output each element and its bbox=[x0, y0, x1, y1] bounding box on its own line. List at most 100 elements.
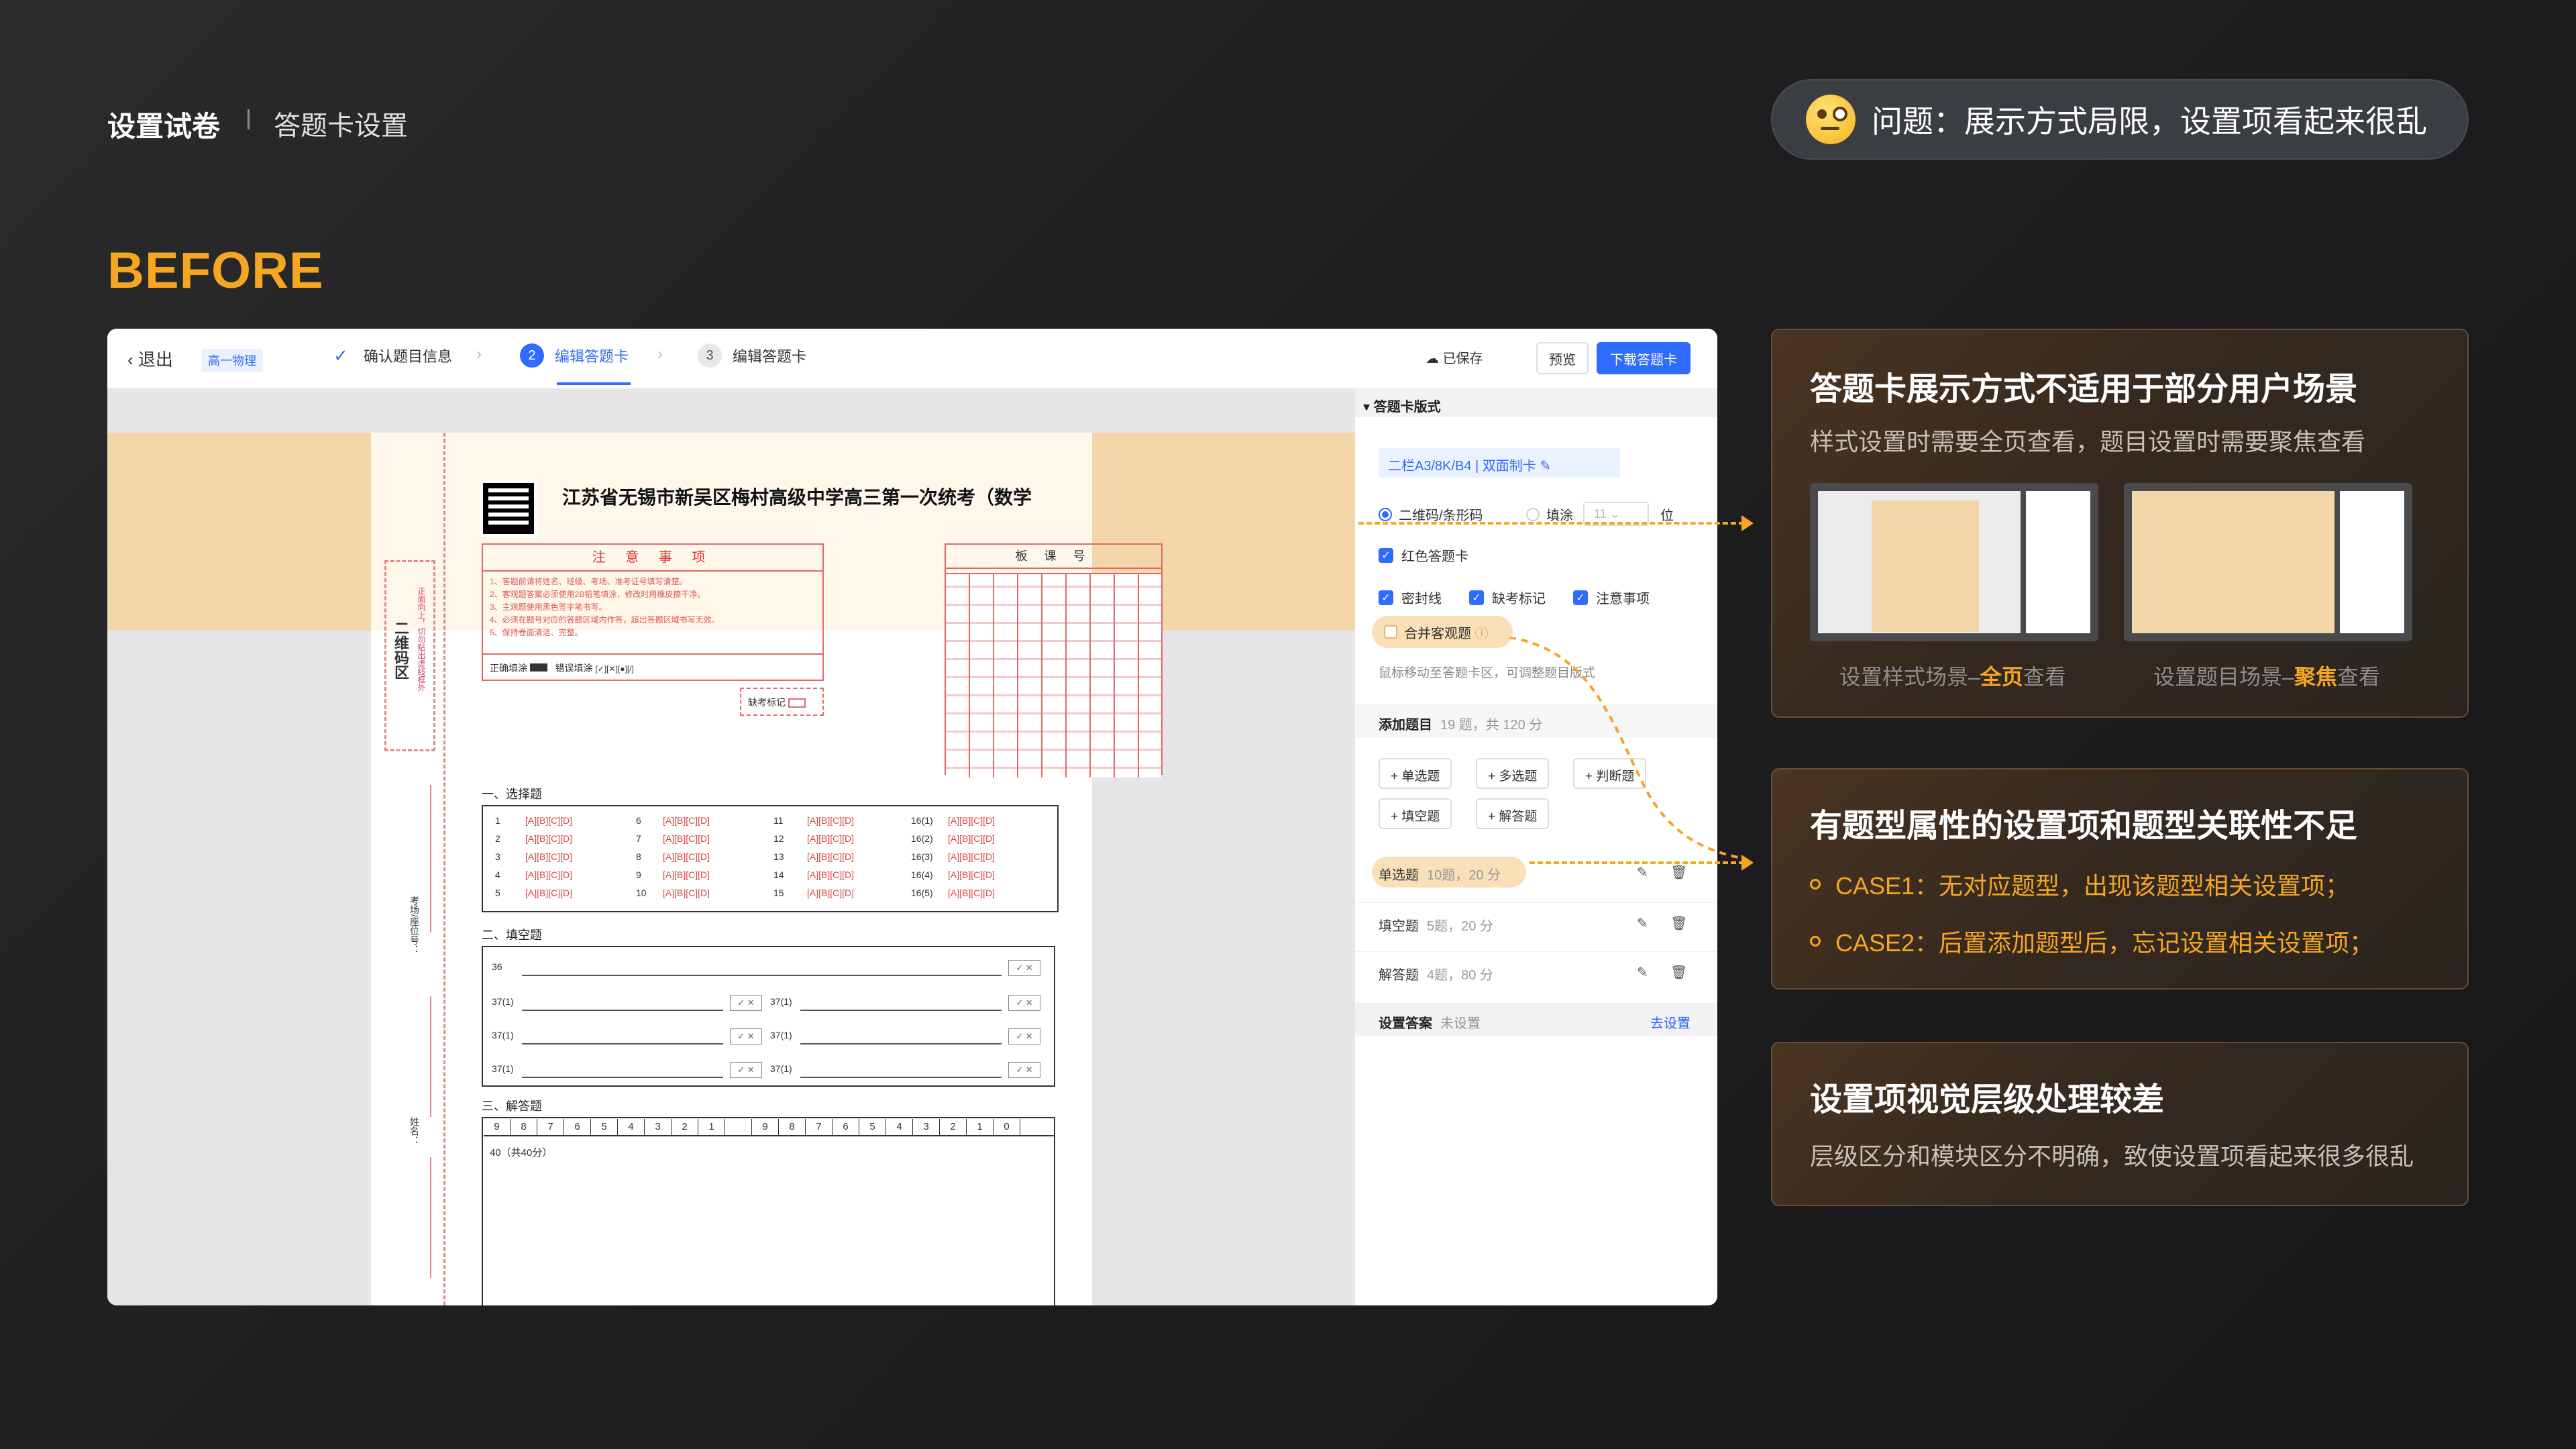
section-fill: 二、填空题 bbox=[482, 928, 542, 942]
section-essay: 三、解答题 bbox=[482, 1099, 542, 1113]
radio-qr[interactable]: 二维码/条形码 bbox=[1379, 504, 1483, 524]
mc-options: [A][B][C][D] bbox=[948, 833, 996, 844]
fullpage-thumbnail bbox=[1810, 483, 2098, 641]
mc-options: [A][B][C][D] bbox=[525, 815, 573, 826]
mc-options: [A][B][C][D] bbox=[807, 833, 855, 844]
answer-sheet[interactable]: 二维码区 正面向上，切勿贴出虚线框外 考场/座位号： 姓名： 江苏省无锡市新吴区… bbox=[371, 433, 1163, 1305]
mc-question-number: 14 bbox=[773, 869, 784, 880]
layout-selector[interactable]: 二栏A3/8K/B4 | 双面制卡 ✎ bbox=[1379, 448, 1620, 478]
card-title: 答题卡展示方式不适用于部分用户场景 bbox=[1810, 372, 2358, 407]
score-digit: 1 bbox=[967, 1119, 994, 1135]
card-title: 有题型属性的设置项和题型关联性不足 bbox=[1810, 808, 2358, 844]
omr-grid: 板 课 号 bbox=[945, 543, 1163, 777]
step-number: 2 bbox=[520, 343, 544, 368]
chevron-right-icon: › bbox=[657, 345, 663, 363]
thinking-face-icon bbox=[1806, 95, 1856, 144]
card-desc: 样式设置时需要全页查看，题目设置时需要聚焦查看 bbox=[1810, 428, 2366, 455]
fill-label: 37(1) bbox=[770, 1030, 792, 1040]
mc-question-number: 16(2) bbox=[911, 833, 933, 844]
mc-options: [A][B][C][D] bbox=[663, 888, 710, 898]
score-digit: 2 bbox=[940, 1119, 967, 1135]
mc-question-number: 6 bbox=[636, 815, 641, 826]
answer-settings: 设置答案 未设置 去设置 bbox=[1355, 1003, 1717, 1036]
fill-check: ✓ ✕ bbox=[1008, 960, 1040, 976]
check-icon: ✓ bbox=[1379, 590, 1393, 605]
pencil-icon[interactable]: ✎ bbox=[1637, 915, 1648, 932]
fill-example: 正确填涂 错误填涂 [✓][✕][●][/] bbox=[483, 653, 822, 680]
fill-check: ✓ ✕ bbox=[1008, 1028, 1040, 1044]
fill-unit: 位 bbox=[1660, 508, 1674, 523]
pencil-icon[interactable]: ✎ bbox=[1637, 964, 1648, 981]
set-answer-link[interactable]: 去设置 bbox=[1650, 1012, 1690, 1032]
step-edit-2[interactable]: 3 编辑答题卡 bbox=[698, 343, 806, 368]
fill-box bbox=[482, 946, 1055, 1087]
mc-options: [A][B][C][D] bbox=[807, 869, 855, 880]
qtype-row[interactable]: 填空题 5题，20 分 ✎ 🗑 bbox=[1355, 902, 1717, 943]
panel-header[interactable]: ▾ 答题卡版式 bbox=[1355, 389, 1717, 417]
caret-down-icon: ▾ bbox=[1363, 400, 1374, 415]
issue-card-relation: 有题型属性的设置项和题型关联性不足 CASE1：无对应题型，出现该题型相关设置项… bbox=[1771, 768, 2469, 989]
chk-red-sheet[interactable]: ✓ 红色答题卡 bbox=[1379, 545, 1468, 565]
radio-fill[interactable]: 填涂 bbox=[1526, 504, 1573, 524]
thumb-panel bbox=[2340, 491, 2404, 633]
score-digit: 7 bbox=[537, 1119, 564, 1135]
score-digit: 3 bbox=[645, 1119, 672, 1135]
fill-line bbox=[522, 975, 1002, 976]
fill-label: 37(1) bbox=[492, 996, 514, 1007]
mc-options: [A][B][C][D] bbox=[525, 888, 573, 898]
score-digit: 5 bbox=[591, 1119, 618, 1135]
mc-options: [A][B][C][D] bbox=[948, 815, 996, 826]
download-button[interactable]: 下载答题卡 bbox=[1597, 342, 1690, 374]
thumb-caption: 设置样式场景–全页查看 bbox=[1839, 665, 2066, 689]
add-single-button[interactable]: + 单选题 bbox=[1379, 758, 1452, 789]
chk-seal-line[interactable]: ✓ 密封线 bbox=[1379, 588, 1442, 607]
fill-check: ✓ ✕ bbox=[1008, 995, 1040, 1011]
score-digit: 7 bbox=[806, 1119, 833, 1135]
trash-icon[interactable]: 🗑 bbox=[1670, 915, 1687, 932]
fill-label: 37(1) bbox=[770, 996, 792, 1007]
mc-options: [A][B][C][D] bbox=[948, 869, 996, 880]
score-row: 9876543219876543210 bbox=[484, 1119, 1054, 1136]
card-desc: 层级区分和模块区分不明确，致使设置项看起来很多很乱 bbox=[1810, 1142, 2414, 1170]
qr-zone-title: 二维码区 bbox=[392, 621, 409, 680]
score-digit: 4 bbox=[886, 1119, 913, 1135]
score-digit: 8 bbox=[779, 1119, 806, 1135]
fill-label: 37(1) bbox=[492, 1030, 514, 1040]
step-confirm[interactable]: ✓ 确认题目信息 bbox=[329, 343, 452, 368]
notice-item: 4、必须在题号对应的答题区域内作答，超出答题区域书写无效。 bbox=[490, 615, 720, 625]
seat-label: 考场/座位号： bbox=[409, 896, 420, 955]
trash-icon[interactable]: 🗑 bbox=[1670, 964, 1687, 981]
preview-button[interactable]: 预览 bbox=[1536, 342, 1589, 374]
fill-check: ✓ ✕ bbox=[730, 1062, 762, 1078]
add-fill-button[interactable]: + 填空题 bbox=[1379, 798, 1452, 829]
score-digit: 6 bbox=[833, 1119, 859, 1135]
thumb-canvas bbox=[1818, 491, 2021, 633]
pencil-icon[interactable]: ✎ bbox=[1637, 864, 1648, 881]
notice-item: 5、保持卷面清洁、完整。 bbox=[490, 628, 583, 637]
qtype-row[interactable]: 解答题 4题，80 分 ✎ 🗑 bbox=[1355, 951, 1717, 991]
exit-button[interactable]: ‹ 退出 bbox=[127, 346, 173, 371]
app-screenshot: ‹ 退出 高一物理 ✓ 确认题目信息 › 2 编辑答题卡 › 3 编辑答题卡 ☁… bbox=[107, 329, 1717, 1305]
check-icon: ✓ bbox=[1469, 590, 1484, 605]
mc-options: [A][B][C][D] bbox=[663, 815, 710, 826]
saved-status: ☁ 已保存 bbox=[1426, 352, 1483, 366]
issue-card-hierarchy: 设置项视觉层级处理较差 层级区分和模块区分不明确，致使设置项看起来很多很乱 bbox=[1771, 1042, 2469, 1206]
score-digit: 0 bbox=[994, 1119, 1020, 1135]
circle-bullet-icon bbox=[1810, 879, 1821, 890]
seal-divider bbox=[430, 1157, 431, 1278]
case-item: CASE2：后置添加题型后，忘记设置相关设置项； bbox=[1810, 924, 2373, 959]
mc-question-number: 5 bbox=[495, 888, 500, 898]
radio-dot bbox=[1379, 507, 1392, 521]
mc-options: [A][B][C][D] bbox=[525, 869, 573, 880]
trash-icon[interactable]: 🗑 bbox=[1670, 864, 1687, 881]
circle-bullet-icon bbox=[1810, 936, 1821, 947]
thumb-caption: 设置题目场景–聚焦查看 bbox=[2153, 665, 2380, 689]
merge-objective[interactable]: 合并客观题 ⓘ bbox=[1372, 616, 1513, 648]
step-edit[interactable]: 2 编辑答题卡 bbox=[520, 343, 629, 368]
fill-line bbox=[800, 1077, 1002, 1078]
focus-thumbnail bbox=[2124, 483, 2412, 641]
chk-absent[interactable]: ✓ 缺考标记 bbox=[1469, 588, 1546, 607]
chk-notice[interactable]: ✓ 注意事项 bbox=[1573, 588, 1650, 607]
mc-question-number: 16(3) bbox=[911, 851, 933, 862]
fill-label: 37(1) bbox=[492, 1063, 514, 1074]
